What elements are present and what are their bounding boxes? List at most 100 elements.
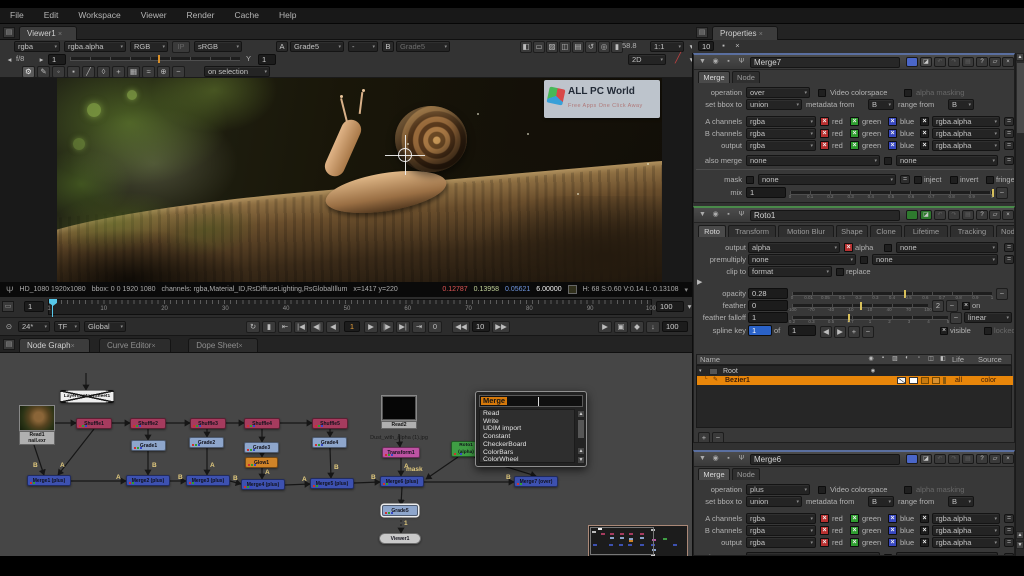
animation-menu-button[interactable]: = (1004, 117, 1014, 126)
panel-color-button[interactable]: ◪ (920, 210, 932, 220)
float-panel-button[interactable]: ▱ (989, 57, 1001, 67)
transport-back-button-4[interactable]: ◀| (310, 321, 324, 333)
alpha-channel-select[interactable]: rgba.alpha▾ (932, 140, 1000, 151)
render-button[interactable]: ↓ (646, 321, 660, 333)
animation-menu-button[interactable]: = (1004, 156, 1014, 165)
scroll-up-icon[interactable]: ▲ (1016, 53, 1024, 61)
menu-render[interactable]: Render (177, 8, 225, 23)
animation-menu-button[interactable]: = (1004, 243, 1014, 252)
alpha-channel-select[interactable]: rgba.alpha▾ (932, 513, 1000, 524)
viewer-update-icon[interactable]: Ψ (6, 285, 14, 295)
expand-arrow-icon[interactable]: ▶ (697, 278, 705, 286)
tab-merge[interactable]: Merge (698, 468, 730, 480)
node-tree-icon[interactable]: Ψ (736, 57, 747, 68)
bookmark-icon[interactable]: ▪ (723, 454, 734, 465)
menu-file[interactable]: File (0, 8, 34, 23)
flipbook-button[interactable]: ▶ (598, 321, 612, 333)
float-panel-button[interactable]: ▱ (989, 210, 1001, 220)
red-channel-checkbox[interactable]: × (820, 514, 829, 523)
node-tree-icon[interactable]: Ψ (736, 210, 747, 221)
mix-slider[interactable]: 00.10.20.30.40.50.60.70.80.91 (790, 187, 992, 199)
display-channels-select[interactable]: RGB▾ (130, 41, 168, 52)
gain-slider[interactable] (70, 53, 240, 65)
blue-channel-checkbox[interactable]: × (888, 526, 897, 535)
frame-range-button[interactable]: ▣ (614, 321, 628, 333)
spline-key-total[interactable]: 1 (788, 325, 816, 336)
override-icon[interactable] (897, 377, 906, 384)
node-shuffle2[interactable]: Shuffle2 (130, 418, 166, 429)
tab-dope-sheet[interactable]: Dope Sheet× (188, 338, 257, 352)
tab-node[interactable]: Node (996, 225, 1015, 237)
roto-grid-icon[interactable]: ▦ (127, 66, 140, 78)
close-panel-button[interactable]: × (1002, 210, 1014, 220)
node-search-input[interactable]: Merge (479, 395, 583, 407)
slider-handle[interactable] (158, 55, 160, 63)
green-channel-checkbox[interactable]: × (850, 117, 859, 126)
step-forward-button[interactable]: ▶▶ (492, 321, 510, 333)
close-panel-button[interactable]: × (1002, 454, 1014, 464)
frame-increment-input[interactable]: 10 (472, 321, 490, 332)
curve-editor-icon[interactable]: ~ (996, 288, 1008, 300)
eye-icon[interactable]: ◉ (869, 368, 877, 376)
collapse-panel-icon[interactable]: ▼ (697, 57, 708, 68)
menu-help[interactable]: Help (269, 8, 306, 23)
video-colorspace-checkbox[interactable] (818, 89, 826, 97)
premultiply-select[interactable]: none▾ (748, 254, 856, 265)
tree-expand-icon[interactable]: ▾ (699, 368, 707, 376)
ab-blend-select[interactable]: -▾ (348, 41, 378, 52)
revert-button[interactable]: ▤ (962, 454, 974, 464)
clip-to-select[interactable]: format▾ (748, 266, 832, 277)
bookmark-icon[interactable]: ▪ (723, 210, 734, 221)
node-merge1[interactable]: Merge1 (plus) (27, 475, 71, 486)
alpha-masking-checkbox[interactable] (904, 89, 912, 97)
alpha-layer-select[interactable]: rgba.alpha▾ (64, 41, 126, 52)
alpha-channel-checkbox[interactable]: × (920, 526, 929, 535)
red-channel-checkbox[interactable]: × (820, 129, 829, 138)
panel-color-button[interactable]: ◪ (920, 57, 932, 67)
channels-select[interactable]: rgba▾ (746, 525, 816, 536)
node-shuffle3[interactable]: Shuffle3 (190, 418, 226, 429)
close-tab-icon[interactable]: × (759, 31, 763, 38)
node-name-input[interactable]: Roto1 (750, 210, 900, 221)
animation-menu-button[interactable]: = (1004, 538, 1014, 547)
channels-icon[interactable]: ▤ (572, 41, 584, 53)
operation-select[interactable]: plus▾ (746, 484, 810, 495)
node-name-input[interactable]: Merge6 (750, 454, 900, 465)
red-channel-checkbox[interactable]: × (820, 141, 829, 150)
tab-curve-editor[interactable]: Curve Editor× (99, 338, 171, 352)
scroll-up-icon[interactable]: ▲ (577, 410, 585, 418)
lock-panels-icon[interactable]: ▪ (718, 40, 729, 52)
gamma-input[interactable]: 1 (258, 54, 276, 65)
node-merge3[interactable]: Merge3 (plus) (186, 475, 230, 486)
roto-point-icon[interactable]: ◦ (52, 66, 65, 78)
green-channel-checkbox[interactable]: × (850, 141, 859, 150)
bookmark-icon[interactable]: ▪ (723, 57, 734, 68)
animation-menu-button[interactable]: = (1004, 514, 1014, 523)
output-select[interactable]: alpha▾ (748, 242, 840, 253)
channels-select[interactable]: rgba▾ (746, 513, 816, 524)
curve-editor-icon[interactable]: ~ (946, 300, 958, 312)
falloff-type-select[interactable]: linear▾ (964, 312, 1012, 323)
alpha-channel-select[interactable]: rgba.alpha▾ (932, 537, 1000, 548)
search-result-constant[interactable]: Constant (480, 433, 574, 441)
range-select[interactable]: B▾ (948, 496, 974, 507)
opacity-slider[interactable]: 00.010.050.10.20.30.40.50.60.70.80.91 (792, 288, 992, 300)
focus-node-icon[interactable]: ◉ (710, 210, 721, 221)
tab-clone[interactable]: Clone (870, 225, 902, 237)
refresh-icon[interactable]: ↺ (585, 41, 597, 53)
scroll-down-icon[interactable]: ▼ (577, 456, 585, 464)
alpha-channel-checkbox[interactable]: × (920, 538, 929, 547)
blue-channel-checkbox[interactable]: × (888, 117, 897, 126)
list-item-root[interactable]: ▾Root◉ (697, 367, 1013, 376)
metadata-select[interactable]: B▾ (868, 99, 894, 110)
fstop-decrease-button[interactable]: ◂ (4, 54, 15, 66)
falloff-slider[interactable]: 0.20.30.50.712345 (792, 312, 948, 324)
playback-end-input[interactable]: 100 (662, 321, 688, 332)
node-transform1[interactable]: Transform1 (382, 447, 420, 458)
bbox-select[interactable]: union▾ (746, 99, 802, 110)
channels-select[interactable]: rgba▾ (746, 116, 816, 127)
red-channel-checkbox[interactable]: × (820, 117, 829, 126)
search-result-checkerboard[interactable]: CheckerBoard (480, 441, 574, 449)
undo-button[interactable]: ↶ (934, 454, 946, 464)
green-channel-checkbox[interactable]: × (850, 514, 859, 523)
